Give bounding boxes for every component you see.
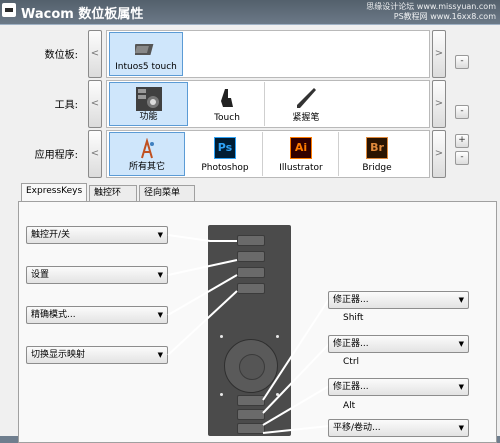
dropdown-value: 修正器... bbox=[333, 295, 369, 305]
window-client: 数位板: < Intuos5 touch > - 工具: < 功能 Touch … bbox=[0, 24, 500, 443]
expresskey-7-dropdown[interactable]: 修正器... ▼ bbox=[328, 378, 469, 396]
modifier-shift-label: Shift bbox=[343, 313, 364, 323]
expresskey-5-dropdown[interactable]: 修正器... ▼ bbox=[328, 291, 469, 309]
connector-lines bbox=[167, 234, 330, 434]
expresskey-6-dropdown[interactable]: 修正器... ▼ bbox=[328, 335, 469, 353]
title-bar: Wacom 数位板属性 思缘设计论坛 www.missyuan.com PS教程… bbox=[0, 0, 500, 24]
dropdown-arrow-icon: ▼ bbox=[458, 296, 464, 304]
dropdown-value: 修正器... bbox=[333, 339, 369, 349]
window-title: Wacom 数位板属性 bbox=[21, 7, 144, 22]
watermark-line-1: 思缘设计论坛 www.missyuan.com bbox=[366, 2, 496, 11]
modifier-alt-label: Alt bbox=[343, 401, 356, 411]
expresskey-8-dropdown[interactable]: 平移/卷动... ▼ bbox=[328, 419, 469, 437]
dropdown-arrow-icon: ▼ bbox=[458, 383, 464, 391]
dropdown-value: 平移/卷动... bbox=[333, 423, 381, 433]
dropdown-value: 修正器... bbox=[333, 382, 369, 392]
wacom-app-icon bbox=[2, 3, 16, 17]
modifier-ctrl-label: Ctrl bbox=[343, 357, 360, 367]
dropdown-arrow-icon: ▼ bbox=[458, 424, 464, 432]
watermark-line-2: PS教程网 www.16xx8.com bbox=[393, 12, 496, 21]
watermark: 思缘设计论坛 www.missyuan.com PS教程网 www.16xx8.… bbox=[366, 2, 496, 22]
dropdown-arrow-icon: ▼ bbox=[458, 340, 464, 348]
